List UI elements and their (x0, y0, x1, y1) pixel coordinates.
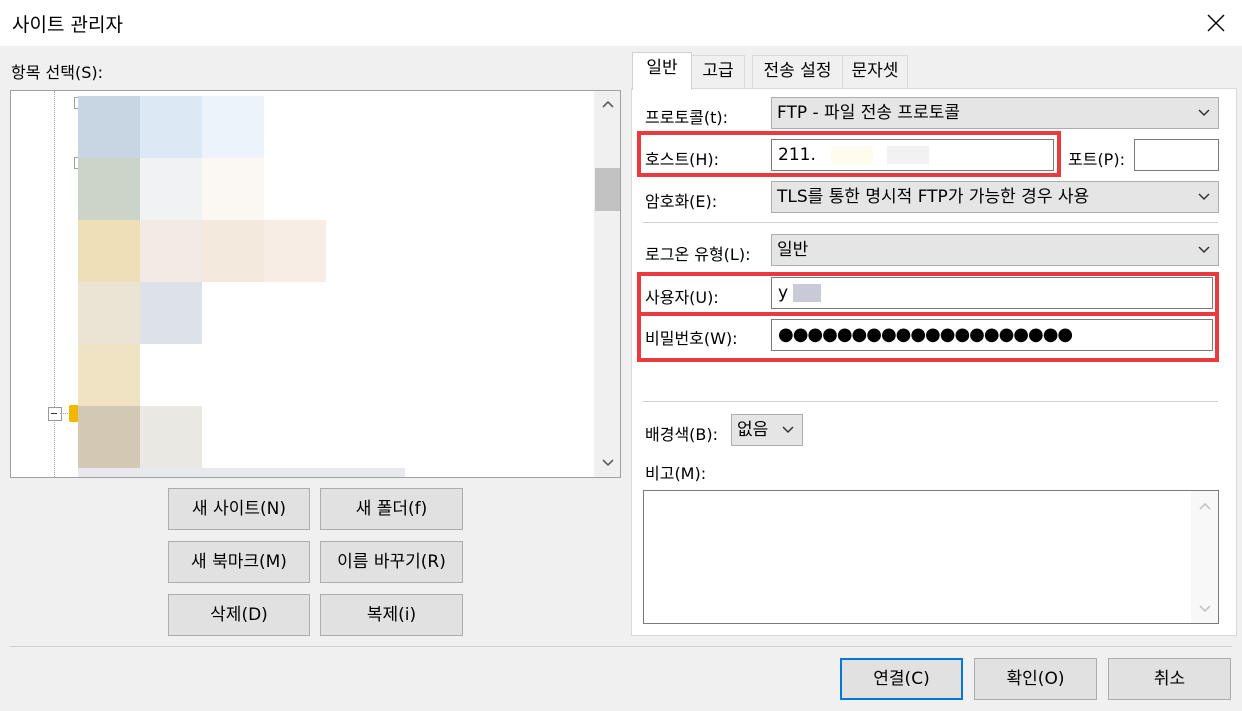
tree-item-redacted (202, 220, 264, 282)
user-label: 사용자(U): (645, 288, 719, 307)
logon-type-value: 일반 (777, 240, 809, 260)
new-site-button[interactable]: 새 사이트(N) (168, 488, 310, 530)
host-highlight-box (637, 131, 1061, 177)
title-bar (0, 0, 1242, 46)
comment-label: 비고(M): (645, 464, 707, 483)
scroll-down-icon[interactable] (1199, 605, 1211, 613)
tab-charset[interactable]: 문자셋 (842, 55, 908, 88)
tree-item-redacted (78, 282, 140, 344)
tree-item-redacted (78, 468, 405, 477)
tree-item-redacted (140, 406, 202, 468)
tree-item-redacted (140, 282, 202, 344)
user-input[interactable]: y (771, 277, 1213, 309)
window-title: 사이트 관리자 (12, 14, 123, 36)
cancel-button[interactable]: 취소 (1108, 658, 1231, 700)
chevron-down-icon (782, 426, 794, 434)
tree-item-redacted (140, 96, 202, 158)
connect-button[interactable]: 연결(C) (840, 658, 963, 700)
encryption-label: 암호화(E): (645, 192, 718, 211)
comment-textarea[interactable] (643, 490, 1219, 624)
delete-button[interactable]: 삭제(D) (168, 594, 310, 636)
tree-item-redacted (78, 158, 140, 220)
password-input[interactable]: ●●●●●●●●●●●●●●●●●●●● (771, 319, 1213, 351)
logon-type-label: 로그온 유형(L): (645, 245, 751, 264)
new-bookmark-button[interactable]: 새 북마크(M) (168, 541, 310, 583)
tab-transfer-settings[interactable]: 전송 설정 (752, 55, 843, 88)
new-folder-button[interactable]: 새 폴더(f) (320, 488, 463, 530)
password-label: 비밀번호(W): (645, 329, 738, 348)
bgcolor-select[interactable]: 없음 (731, 414, 803, 446)
chevron-down-icon (1198, 193, 1210, 201)
scroll-down-icon[interactable] (602, 459, 614, 467)
duplicate-button[interactable]: 복제(i) (320, 594, 463, 636)
tab-advanced[interactable]: 고급 (691, 55, 745, 88)
tree-item-redacted (202, 158, 264, 220)
credentials-highlight-divider (641, 312, 1215, 316)
close-icon (1207, 14, 1225, 32)
redacted-block (793, 284, 822, 302)
protocol-value: FTP - 파일 전송 프로토콜 (777, 103, 960, 123)
port-input[interactable] (1134, 139, 1219, 171)
protocol-select[interactable]: FTP - 파일 전송 프로토콜 (771, 97, 1219, 129)
tree-label: 항목 선택(S): (11, 63, 103, 82)
scroll-up-icon[interactable] (1199, 502, 1211, 510)
bgcolor-value: 없음 (737, 420, 769, 440)
tree-collapse-toggle[interactable] (48, 407, 62, 421)
encryption-select[interactable]: TLS를 통한 명시적 FTP가 가능한 경우 사용 (771, 181, 1219, 213)
bgcolor-label: 배경색(B): (645, 425, 719, 444)
encryption-value: TLS를 통한 명시적 FTP가 가능한 경우 사용 (777, 187, 1090, 207)
port-label: 포트(P): (1068, 150, 1125, 169)
tree-item-redacted (202, 96, 264, 158)
ok-button[interactable]: 확인(O) (974, 658, 1097, 700)
protocol-label: 프로토콜(t): (645, 108, 729, 127)
footer-divider (10, 646, 1232, 647)
rename-button[interactable]: 이름 바꾸기(R) (320, 541, 463, 583)
tree-item-redacted (78, 220, 140, 282)
tree-scroll-thumb[interactable] (595, 168, 620, 211)
tree-item-redacted (140, 220, 202, 282)
tab-general[interactable]: 일반 (632, 52, 692, 90)
tree-item-redacted (78, 406, 140, 468)
divider (643, 401, 1218, 402)
site-tree[interactable] (10, 90, 621, 478)
tree-scrollbar[interactable] (594, 91, 620, 477)
logon-type-select[interactable]: 일반 (771, 234, 1219, 266)
close-button[interactable] (1196, 4, 1236, 42)
comment-scrollbar[interactable] (1191, 491, 1218, 623)
tree-item-redacted (264, 220, 326, 282)
divider (643, 222, 1218, 223)
tree-item-redacted (140, 158, 202, 220)
tree-item-redacted (78, 344, 140, 406)
chevron-down-icon (1198, 246, 1210, 254)
tree-item-redacted (78, 96, 140, 158)
scroll-up-icon[interactable] (602, 100, 614, 108)
user-value: y (778, 283, 789, 303)
chevron-down-icon (1198, 109, 1210, 117)
